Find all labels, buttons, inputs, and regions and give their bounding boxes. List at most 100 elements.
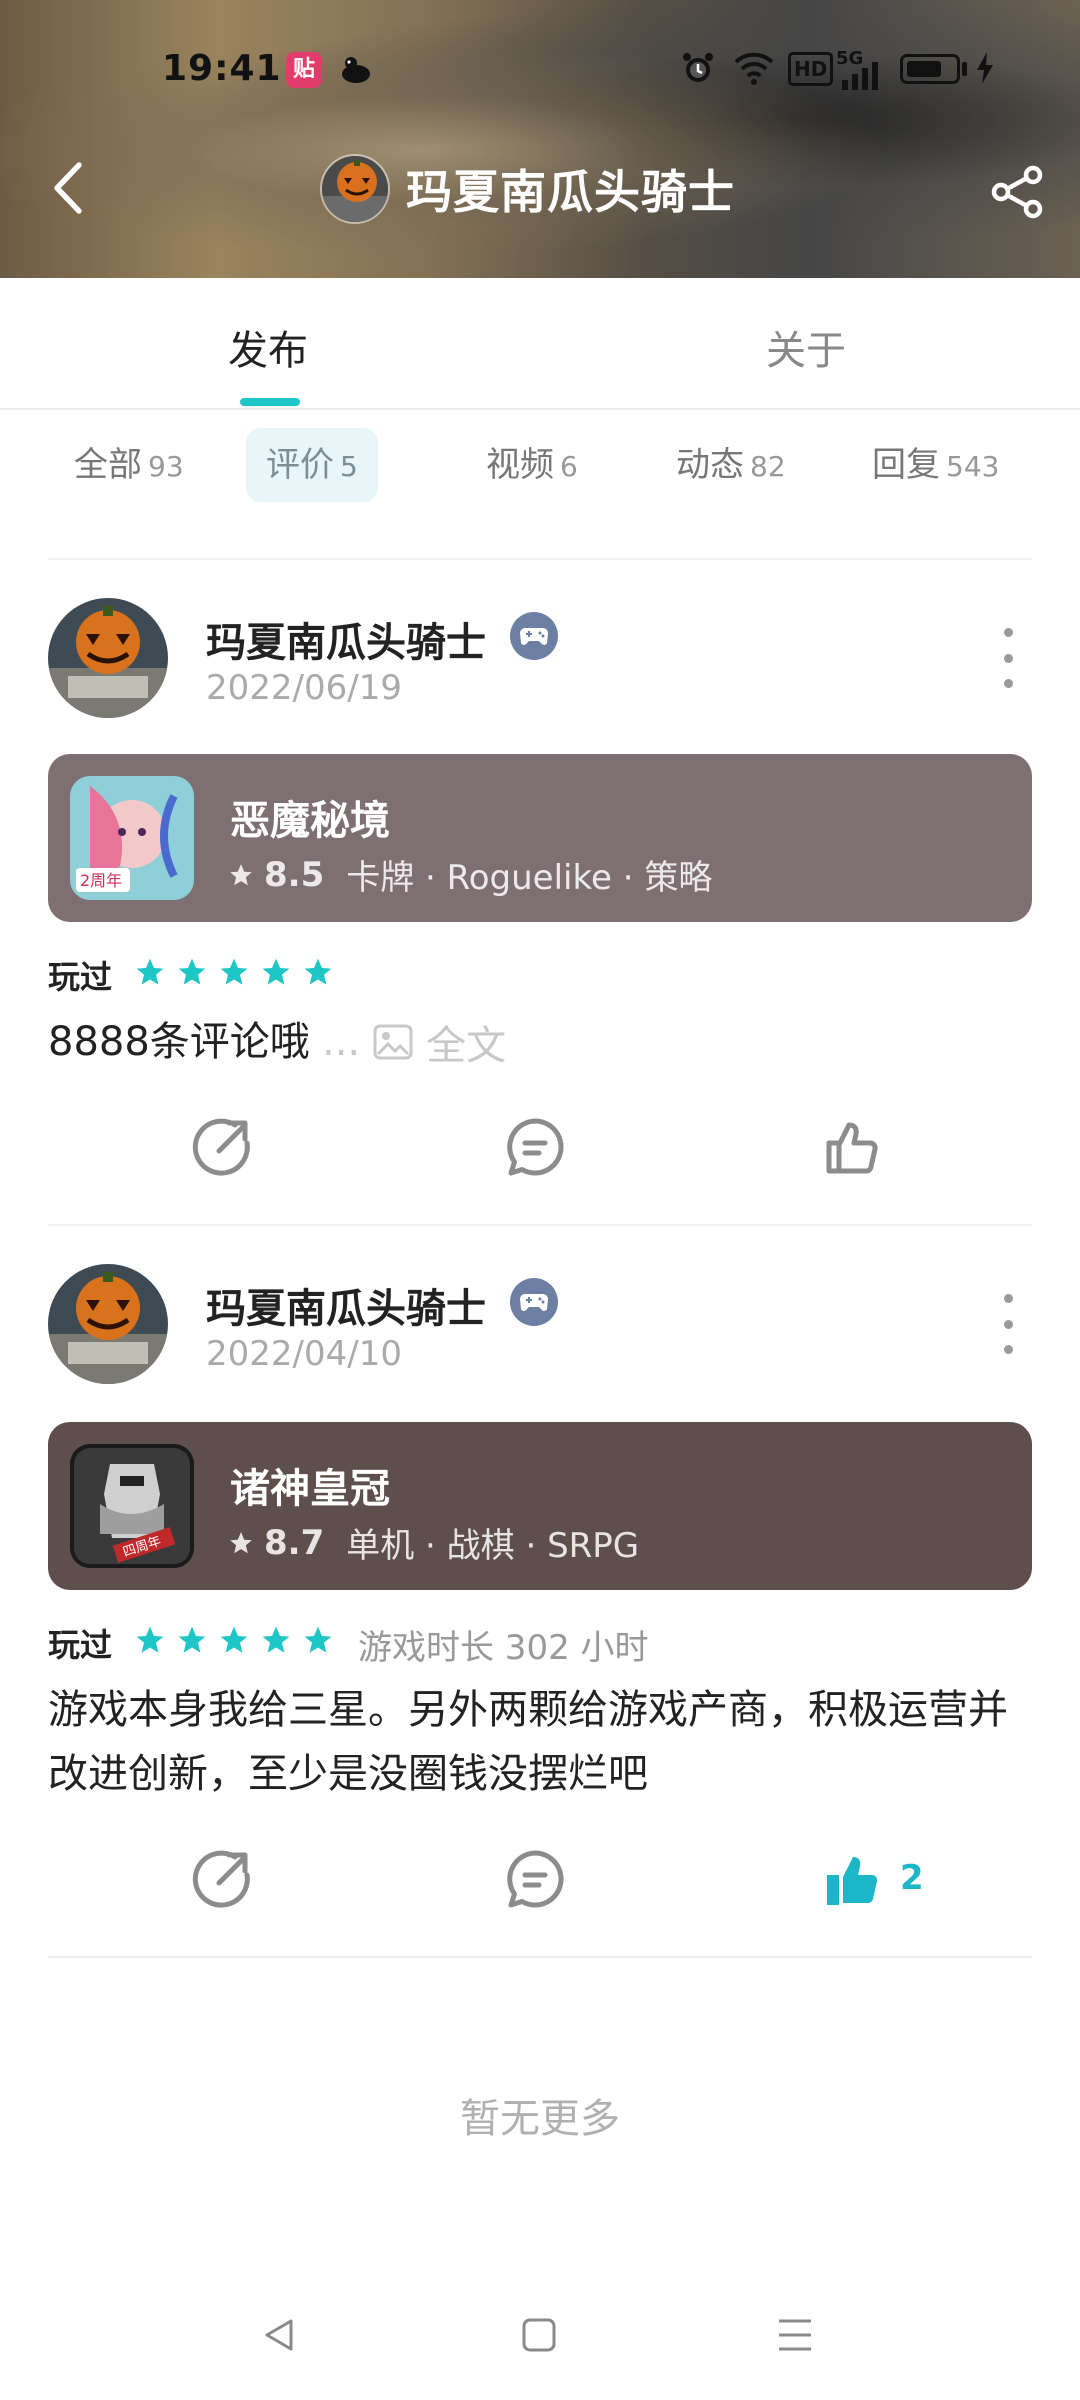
- tab-publish[interactable]: 发布: [228, 318, 308, 376]
- back-button[interactable]: [40, 160, 96, 216]
- game-score: 8.7: [264, 1522, 325, 1563]
- battery-icon: [900, 54, 960, 84]
- filter-label: 评价: [266, 445, 334, 485]
- more-options-icon[interactable]: [1000, 628, 1016, 688]
- game-name: 诸神皇冠: [230, 1466, 390, 1512]
- forward-button[interactable]: [188, 1112, 258, 1182]
- game-icon: 2周年: [70, 776, 194, 900]
- post-divider: [48, 1956, 1032, 1958]
- star-icon: [178, 1626, 206, 1653]
- star-icon: [262, 1626, 290, 1653]
- post-username[interactable]: 玛夏南瓜头骑士: [206, 610, 486, 668]
- hd-indicator: HD: [788, 52, 834, 86]
- filter-label: 回复: [872, 445, 940, 485]
- header-avatar: [320, 154, 390, 224]
- svg-text:2周年: 2周年: [80, 871, 122, 890]
- game-card[interactable]: 2周年 恶魔秘境 8.5 卡牌 · Roguelike · 策略: [48, 754, 1032, 922]
- played-label: 玩过: [48, 1626, 113, 1664]
- like-count: 2: [900, 1858, 924, 1898]
- comment-button[interactable]: [500, 1112, 570, 1182]
- star-icon: [178, 958, 206, 985]
- game-card[interactable]: 四周年 诸神皇冠 8.7 单机 · 战棋 · SRPG: [48, 1422, 1032, 1590]
- post-date: 2022/04/10: [206, 1334, 402, 1374]
- star-icon: [136, 958, 164, 985]
- thumbs-up-icon: [826, 1122, 878, 1174]
- post-divider: [48, 1224, 1032, 1226]
- wifi-icon: [732, 50, 776, 90]
- like-button[interactable]: [818, 1112, 888, 1182]
- user-profile-page: 19:41 贴 HD 5G 玛夏南瓜头骑士 发布 关于 全部 93 评价 5 视…: [0, 0, 1080, 2400]
- share-button[interactable]: [986, 160, 1050, 224]
- rating-star-icon: [230, 1531, 252, 1553]
- filter-all[interactable]: 全部 93: [54, 428, 204, 502]
- rating-stars: [134, 1624, 334, 1656]
- filter-videos[interactable]: 视频 6: [466, 428, 598, 502]
- forward-button[interactable]: [188, 1844, 258, 1914]
- filter-count: 5: [340, 450, 358, 483]
- tab-about[interactable]: 关于: [766, 318, 846, 376]
- filter-label: 全部: [74, 445, 142, 485]
- user-avatar[interactable]: [48, 1264, 168, 1384]
- cat-app-icon: [338, 52, 374, 88]
- tieba-app-icon: 贴: [286, 52, 322, 88]
- game-name: 恶魔秘境: [230, 798, 390, 844]
- filter-count: 6: [560, 450, 578, 483]
- header-user: 玛夏南瓜头骑士: [320, 154, 735, 224]
- alarm-icon: [680, 50, 716, 90]
- status-time: 19:41: [162, 48, 282, 89]
- filter-label: 动态: [676, 445, 744, 485]
- image-icon: [373, 1024, 413, 1060]
- user-avatar[interactable]: [48, 598, 168, 718]
- expand-fulltext[interactable]: ... 全文: [322, 1010, 506, 1074]
- filter-reviews[interactable]: 评价 5: [246, 428, 378, 502]
- charging-icon: [974, 50, 996, 90]
- star-icon: [220, 1626, 248, 1653]
- active-tab-indicator: [240, 398, 300, 406]
- game-icon: 四周年: [70, 1444, 194, 1568]
- thumbs-up-filled-icon: [827, 1857, 878, 1905]
- gamer-badge-icon: [510, 612, 558, 660]
- gamer-badge-icon: [510, 1278, 558, 1326]
- nav-home-button[interactable]: [514, 2310, 564, 2360]
- played-label: 玩过: [48, 958, 113, 996]
- forward-icon: [192, 1118, 250, 1176]
- game-tags: 卡牌 · Roguelike · 策略: [346, 858, 713, 898]
- game-meta: 8.7 单机 · 战棋 · SRPG: [228, 1518, 639, 1567]
- fulltext-label: 全文: [426, 1023, 507, 1069]
- post-content[interactable]: 游戏本身我给三星。另外两颗给游戏产商，积极运营并改进创新，至少是没圈钱没摆烂吧: [48, 1678, 1032, 1806]
- post-text: 8888条评论哦: [48, 1019, 310, 1065]
- like-button[interactable]: [818, 1844, 888, 1914]
- menu-lines-icon: [779, 2319, 811, 2351]
- comment-button[interactable]: [500, 1844, 570, 1914]
- triangle-back-icon: [265, 2319, 293, 2351]
- post-text: 游戏本身我给三星。另外两颗给游戏产商，积极运营并改进创新，至少是没圈钱没摆烂吧: [48, 1687, 1008, 1797]
- star-icon: [262, 958, 290, 985]
- star-icon: [304, 958, 332, 985]
- filter-label: 视频: [486, 445, 554, 485]
- back-arrow-icon: [54, 162, 82, 214]
- filter-replies[interactable]: 回复 543: [852, 428, 1019, 502]
- status-bar: 19:41 贴 HD 5G: [0, 40, 1080, 100]
- profile-tabs: 发布 关于: [0, 278, 1080, 410]
- star-icon: [304, 1626, 332, 1653]
- comment-icon: [507, 1118, 564, 1176]
- post-username[interactable]: 玛夏南瓜头骑士: [206, 1276, 486, 1334]
- post-date: 2022/06/19: [206, 668, 402, 708]
- share-icon: [991, 165, 1043, 219]
- filter-count: 82: [750, 450, 786, 483]
- battery-cap: [962, 62, 967, 76]
- system-navigation-bar: [0, 2300, 1080, 2370]
- more-options-icon[interactable]: [1000, 1294, 1016, 1354]
- filter-moments[interactable]: 动态 82: [656, 428, 806, 502]
- filter-count: 93: [148, 450, 184, 483]
- nav-back-button[interactable]: [254, 2310, 304, 2360]
- game-score: 8.5: [264, 854, 325, 895]
- rating-star-icon: [230, 863, 252, 885]
- top-navigation: 玛夏南瓜头骑士: [0, 140, 1080, 250]
- comment-icon: [507, 1850, 564, 1908]
- header-title: 玛夏南瓜头骑士: [406, 165, 735, 219]
- filter-count: 543: [946, 450, 1000, 483]
- star-icon: [220, 958, 248, 985]
- nav-menu-button[interactable]: [770, 2310, 820, 2360]
- post-content[interactable]: 8888条评论哦: [48, 1010, 1032, 1074]
